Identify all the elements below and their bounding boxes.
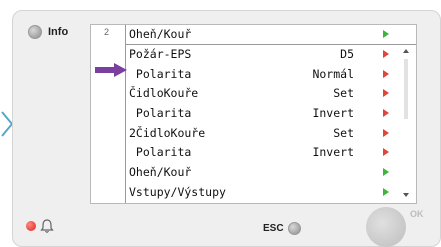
menu-item-label: ČidloKouře [129, 86, 199, 101]
menu-item-selected[interactable]: Polarita Normál [126, 65, 416, 85]
menu-item-label: Oheň/Kouř [129, 165, 192, 180]
menu-item-value: Normál [312, 66, 354, 81]
scroll-up-icon[interactable] [403, 49, 409, 53]
scroll-down-icon[interactable] [403, 193, 409, 197]
edit-arrow-icon [383, 50, 389, 58]
info-led-icon [28, 25, 42, 39]
menu-item-value: Invert [312, 145, 354, 160]
edit-arrow-icon [383, 89, 389, 98]
menu-item[interactable]: Požár-EPS D5 [126, 45, 416, 65]
menu-item[interactable]: Vstupy/Výstupy [126, 183, 416, 203]
ok-knob-button[interactable] [366, 207, 406, 247]
menu-list: Oheň/Kouř Požár-EPS D5 Polarita Normál Č… [126, 25, 416, 203]
menu-item[interactable]: Polarita Invert [126, 143, 416, 163]
bell-icon [40, 219, 54, 233]
edit-arrow-icon [383, 109, 389, 118]
menu-item-label: Požár-EPS [129, 47, 192, 61]
info-button[interactable]: Info [28, 25, 68, 39]
esc-led-icon [287, 221, 301, 235]
edit-arrow-icon [383, 69, 389, 78]
menu-item[interactable]: Polarita Invert [126, 104, 416, 124]
esc-label: ESC [263, 222, 284, 234]
submenu-arrow-icon [383, 187, 389, 196]
menu-header-label: Oheň/Kouř [129, 27, 192, 41]
alarm-led-icon [26, 221, 36, 231]
menu-item[interactable]: ČidloKouře Set [126, 84, 416, 104]
menu-item[interactable]: Oheň/Kouř [126, 163, 416, 183]
menu-item-label: Polarita [129, 106, 192, 121]
scroll-thumb[interactable] [404, 59, 408, 119]
edit-arrow-icon [383, 148, 389, 157]
menu-item-value: Set [333, 125, 354, 140]
menu-item-value: Invert [312, 106, 354, 121]
ok-label: OK [410, 209, 424, 219]
selection-cursor-arrow-icon [95, 63, 127, 77]
scrollbar[interactable] [403, 47, 409, 203]
esc-button[interactable]: ESC [263, 221, 301, 235]
screen-index: 2 [104, 27, 110, 37]
menu-item-value: D5 [340, 47, 354, 61]
edit-arrow-icon [383, 128, 389, 137]
info-label: Info [48, 26, 69, 38]
submenu-arrow-icon [383, 30, 389, 38]
menu-item-label: Polarita [129, 66, 192, 81]
menu-item-label: Vstupy/Výstupy [129, 184, 226, 199]
menu-item[interactable]: 2ČidloKouře Set [126, 124, 416, 144]
menu-item-value: Set [333, 86, 354, 101]
menu-header[interactable]: Oheň/Kouř [126, 25, 416, 45]
menu-item-label: Polarita [129, 145, 192, 160]
lcd-screen: 2 Oheň/Kouř Požár-EPS D5 Polarita Normál… [90, 24, 417, 204]
menu-item-label: 2ČidloKouře [129, 125, 206, 140]
submenu-arrow-icon [383, 168, 389, 177]
